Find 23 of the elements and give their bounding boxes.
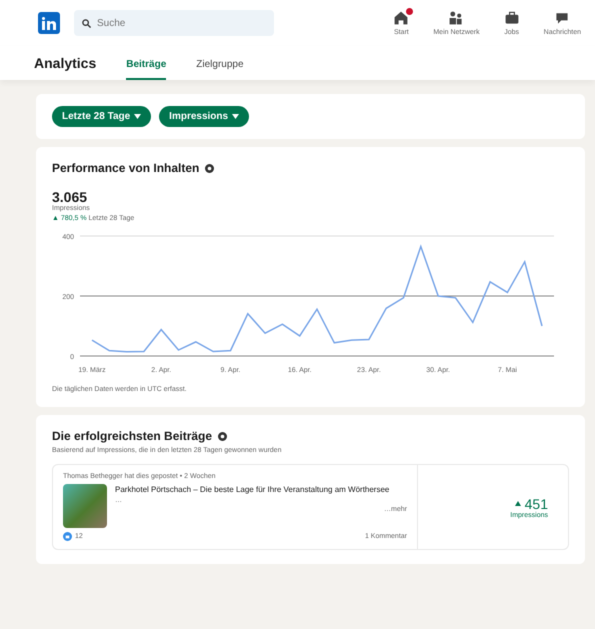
- stat-value: 451: [524, 496, 548, 512]
- search-field[interactable]: Suche: [74, 10, 274, 36]
- home-icon: [393, 10, 410, 26]
- logo-icon[interactable]: [38, 12, 60, 34]
- caret-icon: [232, 114, 240, 119]
- people-icon: [448, 10, 464, 26]
- info-icon: [205, 164, 214, 172]
- speech-bubble-icon: [554, 10, 570, 26]
- up-arrow-icon: [514, 501, 521, 506]
- filter-dropdown[interactable]: Letzte 28 Tage: [52, 106, 152, 127]
- caret-icon: [134, 114, 142, 119]
- photo-placeholder: [63, 484, 107, 528]
- filter-dropdown[interactable]: Impressions: [159, 106, 250, 127]
- post-text: Parkhotel Pörtschach – Die beste Lage für Ihre Veranstaltung am Wörthersee: [115, 484, 390, 496]
- tab[interactable]: Zielgruppe: [196, 59, 244, 80]
- card-title: Die erfolgreichsten Beiträge: [52, 429, 212, 443]
- like-icon: [63, 532, 72, 541]
- total-value: 3.065: [52, 189, 88, 205]
- info-icon: [218, 432, 228, 440]
- tab[interactable]: Beiträge: [126, 59, 166, 80]
- briefcase-icon: [504, 10, 520, 26]
- page-title: Analytics: [34, 55, 96, 71]
- card-title: Performance von Inhalten: [52, 161, 200, 175]
